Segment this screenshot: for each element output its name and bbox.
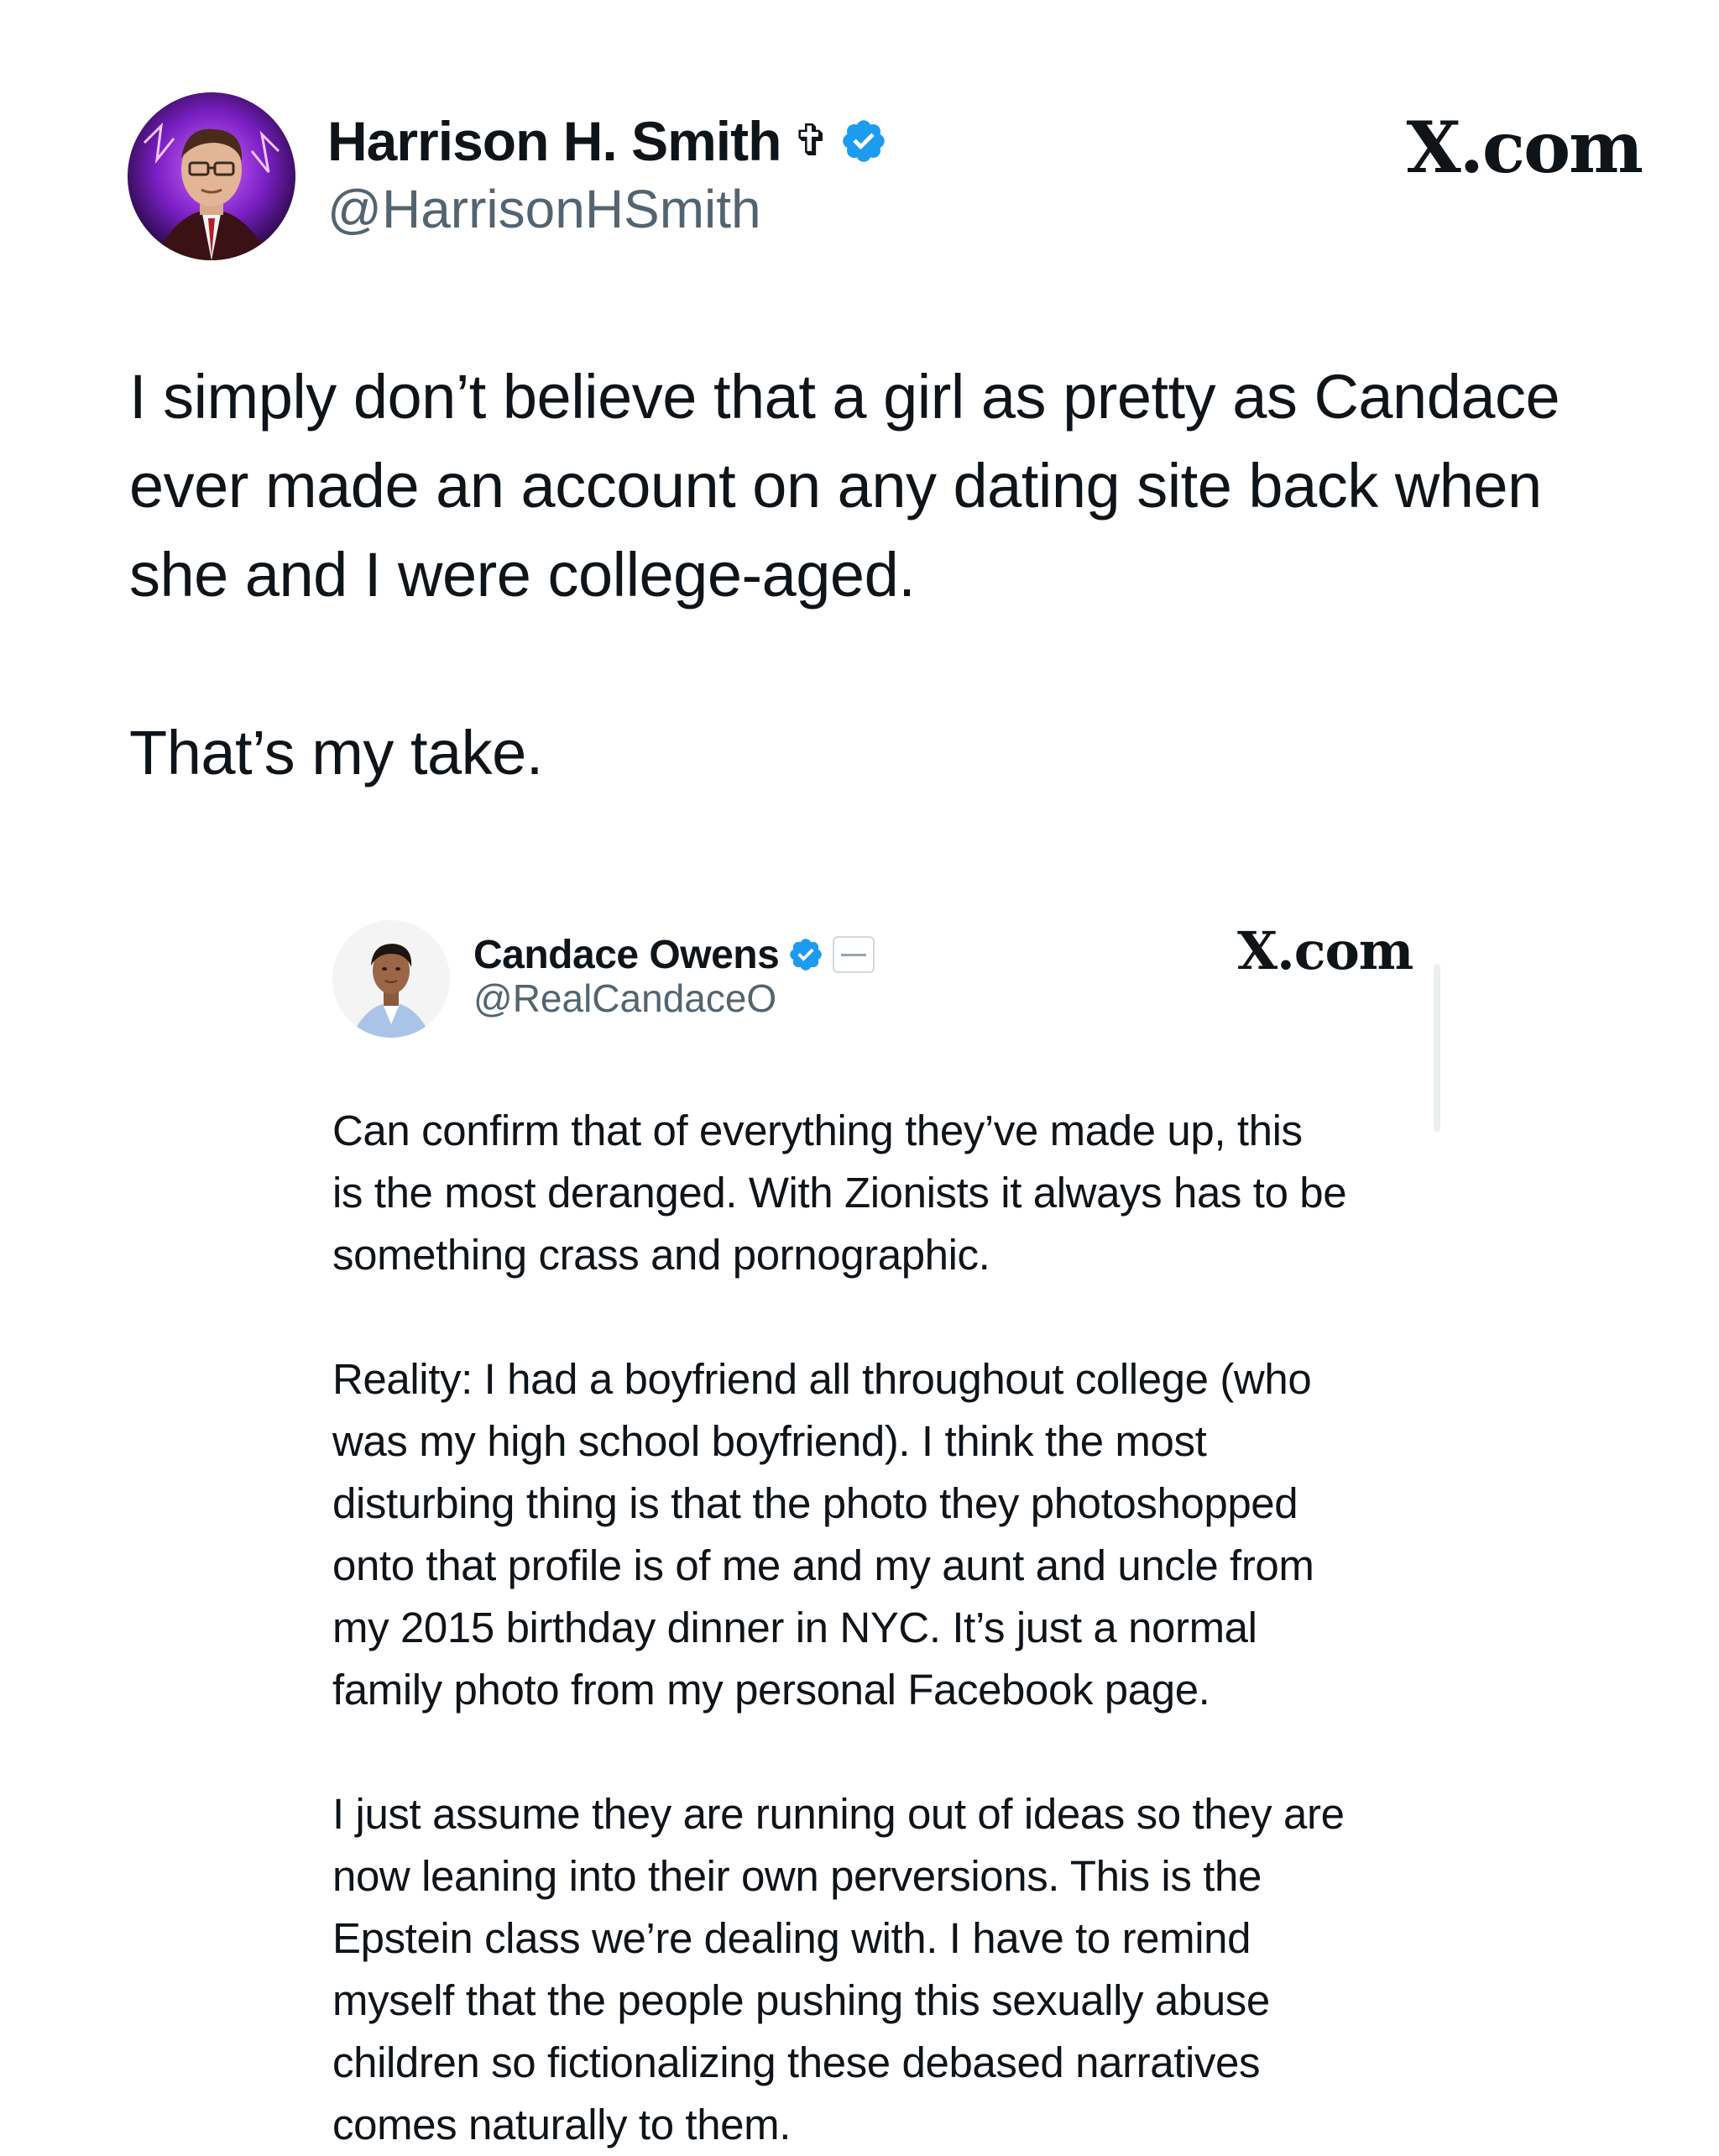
author-name-row: Harrison H. Smith ✞ bbox=[327, 107, 888, 175]
quoted-line: onto that profile is of me and my aunt a… bbox=[332, 1541, 1314, 1589]
avatar-photo bbox=[332, 920, 450, 1038]
quoted-line: children so fictionalizing these debased… bbox=[332, 2038, 1261, 2086]
quoted-line: something crass and pornographic. bbox=[332, 1231, 990, 1279]
quoted-line: Reality: I had a boyfriend all throughou… bbox=[332, 1355, 1312, 1403]
post-paragraph: That’s my take. bbox=[129, 709, 1657, 798]
post-line: ever made an account on any dating site … bbox=[129, 451, 1542, 521]
quoted-author-handle[interactable]: @RealCandaceO bbox=[473, 976, 776, 1021]
post-line: That’s my take. bbox=[129, 718, 543, 788]
post-line: she and I were college-aged. bbox=[129, 540, 916, 610]
author-name[interactable]: Harrison H. Smith bbox=[327, 109, 781, 173]
post-paragraph: I simply don’t believe that a girl as pr… bbox=[129, 353, 1657, 620]
avatar-photo bbox=[128, 92, 295, 260]
verified-badge-icon[interactable] bbox=[839, 117, 888, 165]
quoted-paragraph: I just assume they are running out of id… bbox=[332, 1783, 1457, 2156]
quoted-paragraph: Reality: I had a boyfriend all throughou… bbox=[332, 1348, 1457, 1721]
brand-text: X.com bbox=[1237, 920, 1413, 981]
quoted-line: disturbing thing is that the photo they … bbox=[332, 1479, 1298, 1527]
quoted-line: was my high school boyfriend). I think t… bbox=[332, 1417, 1207, 1465]
quoted-line: I just assume they are running out of id… bbox=[332, 1790, 1345, 1838]
quoted-line: now leaning into their own perversions. … bbox=[332, 1852, 1262, 1900]
author-handle[interactable]: @HarrisonHSmith bbox=[327, 178, 761, 240]
quoted-line: my 2015 birthday dinner in NYC. It’s jus… bbox=[332, 1604, 1257, 1651]
quoted-paragraph: Can confirm that of everything they’ve m… bbox=[332, 1100, 1457, 1286]
affiliation-badge-icon[interactable] bbox=[833, 936, 875, 973]
quoted-line: Can confirm that of everything they’ve m… bbox=[332, 1107, 1303, 1154]
post-text: I simply don’t believe that a girl as pr… bbox=[129, 353, 1657, 798]
quoted-line: myself that the people pushing this sexu… bbox=[332, 1976, 1270, 2024]
verified-badge-icon[interactable] bbox=[787, 936, 824, 973]
quoted-author-avatar[interactable] bbox=[332, 920, 450, 1038]
author-avatar[interactable] bbox=[128, 92, 295, 260]
cross-emoji-icon: ✞ bbox=[792, 117, 830, 165]
quoted-line: is the most deranged. With Zionists it a… bbox=[332, 1169, 1347, 1217]
x-com-logo: X.com bbox=[1237, 920, 1413, 981]
x-com-logo: X.com bbox=[1406, 106, 1643, 189]
quoted-author-name-row: Candace Owens bbox=[473, 929, 875, 981]
brand-text: X.com bbox=[1406, 106, 1643, 189]
quoted-line: comes naturally to them. bbox=[332, 2101, 791, 2148]
quoted-post-text: Can confirm that of everything they’ve m… bbox=[332, 1100, 1457, 2156]
quoted-line: Epstein class we’re dealing with. I have… bbox=[332, 1914, 1251, 1962]
quoted-author-name[interactable]: Candace Owens bbox=[473, 932, 780, 978]
quoted-line: family photo from my personal Facebook p… bbox=[332, 1666, 1210, 1714]
post-line: I simply don’t believe that a girl as pr… bbox=[129, 362, 1560, 432]
